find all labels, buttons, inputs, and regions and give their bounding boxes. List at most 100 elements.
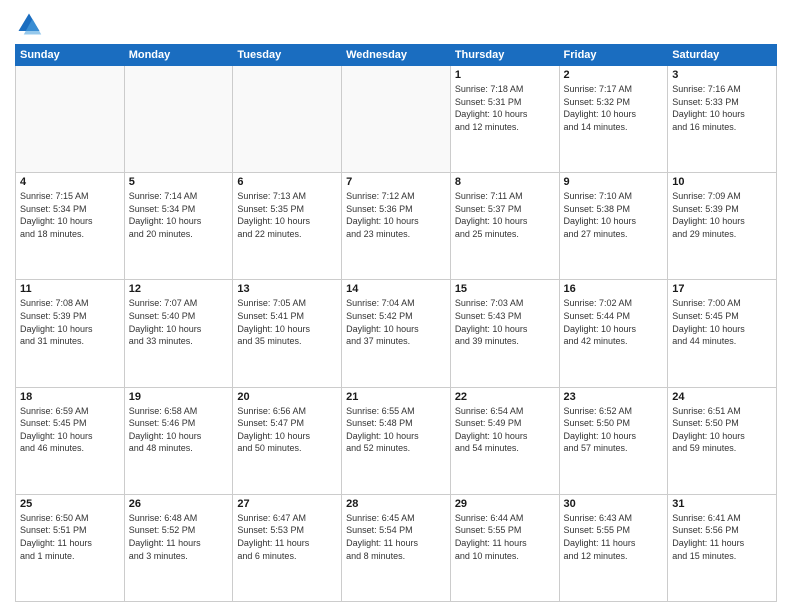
day-number: 5 [129, 176, 229, 188]
day-info: Sunrise: 6:56 AM Sunset: 5:47 PM Dayligh… [237, 405, 337, 455]
day-info: Sunrise: 6:52 AM Sunset: 5:50 PM Dayligh… [564, 405, 664, 455]
day-number: 17 [672, 283, 772, 295]
day-info: Sunrise: 6:43 AM Sunset: 5:55 PM Dayligh… [564, 512, 664, 562]
calendar-cell: 13 Sunrise: 7:05 AM Sunset: 5:41 PM Dayli… [233, 280, 342, 387]
calendar-cell: 15 Sunrise: 7:03 AM Sunset: 5:43 PM Dayli… [450, 280, 559, 387]
calendar-cell: 24 Sunrise: 6:51 AM Sunset: 5:50 PM Dayli… [668, 387, 777, 494]
calendar-cell: 4Sunrise: 7:15 AM Sunset: 5:34 PM Daylig… [16, 173, 125, 280]
day-number: 14 [346, 283, 446, 295]
day-info: Sunrise: 7:00 AM Sunset: 5:45 PM Dayligh… [672, 297, 772, 347]
calendar-header-wednesday: Wednesday [342, 45, 451, 66]
calendar-cell: 2 Sunrise: 7:17 AM Sunset: 5:32 PM Daylig… [559, 66, 668, 173]
day-info: Sunrise: 6:41 AM Sunset: 5:56 PM Dayligh… [672, 512, 772, 562]
week-row-3: 11Sunrise: 7:08 AM Sunset: 5:39 PM Dayli… [16, 280, 777, 387]
calendar-cell: 27 Sunrise: 6:47 AM Sunset: 5:53 PM Dayli… [233, 494, 342, 601]
calendar-cell: 19 Sunrise: 6:58 AM Sunset: 5:46 PM Dayli… [124, 387, 233, 494]
logo-icon [15, 10, 43, 38]
calendar-header-saturday: Saturday [668, 45, 777, 66]
calendar-cell: 11Sunrise: 7:08 AM Sunset: 5:39 PM Dayli… [16, 280, 125, 387]
day-info: Sunrise: 6:44 AM Sunset: 5:55 PM Dayligh… [455, 512, 555, 562]
calendar-cell: 16 Sunrise: 7:02 AM Sunset: 5:44 PM Dayli… [559, 280, 668, 387]
day-info: Sunrise: 6:50 AM Sunset: 5:51 PM Dayligh… [20, 512, 120, 562]
day-info: Sunrise: 7:13 AM Sunset: 5:35 PM Dayligh… [237, 190, 337, 240]
day-number: 27 [237, 498, 337, 510]
day-number: 13 [237, 283, 337, 295]
day-info: Sunrise: 7:02 AM Sunset: 5:44 PM Dayligh… [564, 297, 664, 347]
day-number: 4 [20, 176, 120, 188]
day-number: 31 [672, 498, 772, 510]
calendar-cell: 7 Sunrise: 7:12 AM Sunset: 5:36 PM Daylig… [342, 173, 451, 280]
day-info: Sunrise: 7:11 AM Sunset: 5:37 PM Dayligh… [455, 190, 555, 240]
calendar-cell: 22 Sunrise: 6:54 AM Sunset: 5:49 PM Dayli… [450, 387, 559, 494]
day-number: 22 [455, 391, 555, 403]
day-number: 11 [20, 283, 120, 295]
day-info: Sunrise: 7:14 AM Sunset: 5:34 PM Dayligh… [129, 190, 229, 240]
calendar-cell: 6Sunrise: 7:13 AM Sunset: 5:35 PM Daylig… [233, 173, 342, 280]
day-number: 2 [564, 69, 664, 81]
header [15, 10, 777, 38]
calendar-cell: 21 Sunrise: 6:55 AM Sunset: 5:48 PM Dayli… [342, 387, 451, 494]
day-number: 3 [672, 69, 772, 81]
calendar-cell: 30 Sunrise: 6:43 AM Sunset: 5:55 PM Dayli… [559, 494, 668, 601]
day-info: Sunrise: 7:12 AM Sunset: 5:36 PM Dayligh… [346, 190, 446, 240]
day-number: 9 [564, 176, 664, 188]
calendar-cell: 10 Sunrise: 7:09 AM Sunset: 5:39 PM Dayli… [668, 173, 777, 280]
day-number: 21 [346, 391, 446, 403]
day-number: 30 [564, 498, 664, 510]
day-number: 1 [455, 69, 555, 81]
day-info: Sunrise: 7:09 AM Sunset: 5:39 PM Dayligh… [672, 190, 772, 240]
day-number: 15 [455, 283, 555, 295]
day-number: 12 [129, 283, 229, 295]
day-info: Sunrise: 7:10 AM Sunset: 5:38 PM Dayligh… [564, 190, 664, 240]
calendar-cell: 20 Sunrise: 6:56 AM Sunset: 5:47 PM Dayli… [233, 387, 342, 494]
calendar-cell: 17 Sunrise: 7:00 AM Sunset: 5:45 PM Dayli… [668, 280, 777, 387]
calendar-cell [124, 66, 233, 173]
week-row-5: 25 Sunrise: 6:50 AM Sunset: 5:51 PM Dayli… [16, 494, 777, 601]
day-number: 16 [564, 283, 664, 295]
calendar-cell [342, 66, 451, 173]
day-number: 25 [20, 498, 120, 510]
calendar-cell: 8 Sunrise: 7:11 AM Sunset: 5:37 PM Daylig… [450, 173, 559, 280]
day-number: 29 [455, 498, 555, 510]
calendar-cell: 5 Sunrise: 7:14 AM Sunset: 5:34 PM Daylig… [124, 173, 233, 280]
calendar-header-monday: Monday [124, 45, 233, 66]
day-info: Sunrise: 6:45 AM Sunset: 5:54 PM Dayligh… [346, 512, 446, 562]
calendar-header-friday: Friday [559, 45, 668, 66]
day-info: Sunrise: 7:17 AM Sunset: 5:32 PM Dayligh… [564, 83, 664, 133]
day-info: Sunrise: 6:51 AM Sunset: 5:50 PM Dayligh… [672, 405, 772, 455]
calendar-cell [16, 66, 125, 173]
day-number: 24 [672, 391, 772, 403]
day-info: Sunrise: 6:47 AM Sunset: 5:53 PM Dayligh… [237, 512, 337, 562]
day-number: 19 [129, 391, 229, 403]
day-info: Sunrise: 6:54 AM Sunset: 5:49 PM Dayligh… [455, 405, 555, 455]
day-number: 7 [346, 176, 446, 188]
day-info: Sunrise: 7:18 AM Sunset: 5:31 PM Dayligh… [455, 83, 555, 133]
week-row-1: 1 Sunrise: 7:18 AM Sunset: 5:31 PM Daylig… [16, 66, 777, 173]
day-info: Sunrise: 6:59 AM Sunset: 5:45 PM Dayligh… [20, 405, 120, 455]
day-info: Sunrise: 6:58 AM Sunset: 5:46 PM Dayligh… [129, 405, 229, 455]
week-row-4: 18 Sunrise: 6:59 AM Sunset: 5:45 PM Dayli… [16, 387, 777, 494]
calendar-header-tuesday: Tuesday [233, 45, 342, 66]
page: SundayMondayTuesdayWednesdayThursdayFrid… [0, 0, 792, 612]
day-number: 23 [564, 391, 664, 403]
day-info: Sunrise: 7:03 AM Sunset: 5:43 PM Dayligh… [455, 297, 555, 347]
day-number: 20 [237, 391, 337, 403]
day-info: Sunrise: 7:05 AM Sunset: 5:41 PM Dayligh… [237, 297, 337, 347]
day-number: 26 [129, 498, 229, 510]
day-number: 18 [20, 391, 120, 403]
calendar-header-row: SundayMondayTuesdayWednesdayThursdayFrid… [16, 45, 777, 66]
calendar-cell: 23 Sunrise: 6:52 AM Sunset: 5:50 PM Dayli… [559, 387, 668, 494]
calendar-cell: 26Sunrise: 6:48 AM Sunset: 5:52 PM Dayli… [124, 494, 233, 601]
day-info: Sunrise: 7:04 AM Sunset: 5:42 PM Dayligh… [346, 297, 446, 347]
calendar: SundayMondayTuesdayWednesdayThursdayFrid… [15, 44, 777, 602]
week-row-2: 4Sunrise: 7:15 AM Sunset: 5:34 PM Daylig… [16, 173, 777, 280]
calendar-header-thursday: Thursday [450, 45, 559, 66]
calendar-cell: 29 Sunrise: 6:44 AM Sunset: 5:55 PM Dayli… [450, 494, 559, 601]
logo [15, 10, 47, 38]
day-number: 28 [346, 498, 446, 510]
day-number: 8 [455, 176, 555, 188]
calendar-header-sunday: Sunday [16, 45, 125, 66]
calendar-cell: 31 Sunrise: 6:41 AM Sunset: 5:56 PM Dayli… [668, 494, 777, 601]
day-info: Sunrise: 6:55 AM Sunset: 5:48 PM Dayligh… [346, 405, 446, 455]
day-number: 10 [672, 176, 772, 188]
